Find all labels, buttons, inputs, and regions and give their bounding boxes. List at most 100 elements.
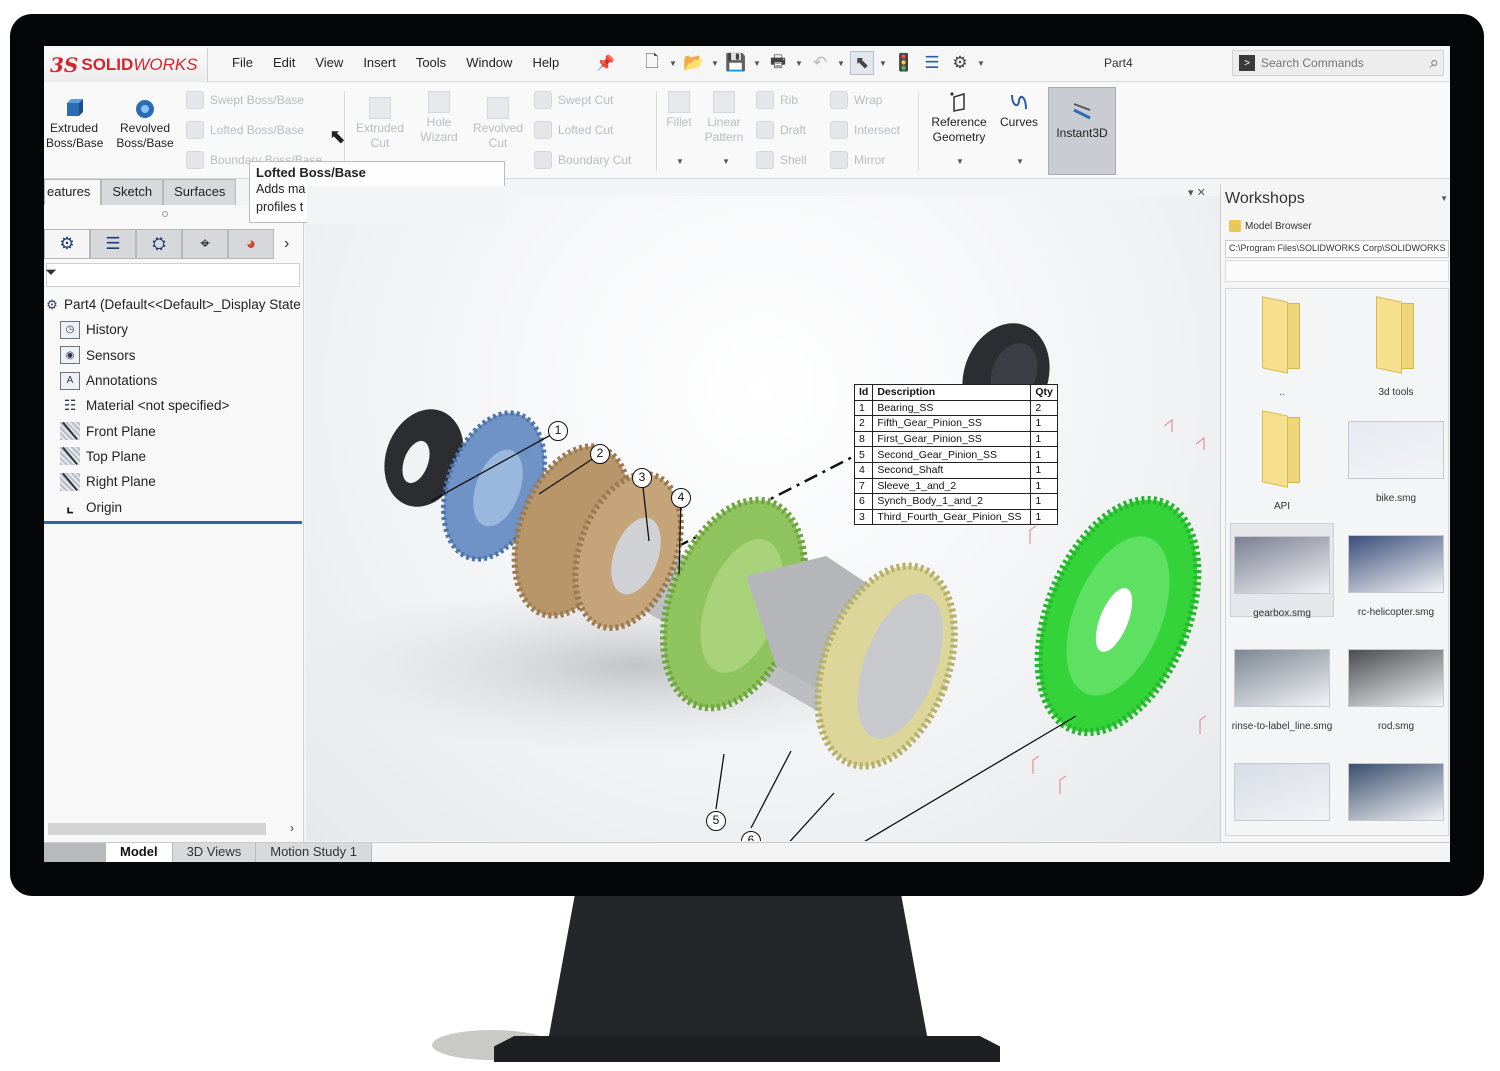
- swept-cut-button[interactable]: Swept Cut: [534, 91, 613, 109]
- hole-wizard-button[interactable]: Hole Wizard: [412, 91, 466, 145]
- undo-icon[interactable]: ↶: [808, 51, 832, 75]
- bom-row[interactable]: 2 Fifth_Gear_Pinion_SS 1: [853, 415, 1058, 432]
- balloon-5[interactable]: 5: [706, 811, 726, 831]
- bom-row[interactable]: 1 Bearing_SS 2: [853, 399, 1058, 417]
- search-input[interactable]: [1261, 56, 1411, 70]
- menu-window[interactable]: Window: [466, 55, 512, 70]
- display-manager-tab-icon[interactable]: ◕: [228, 229, 274, 259]
- bom-row[interactable]: 6 Synch_Body_1_and_2 1: [853, 493, 1058, 510]
- feature-manager-tab-icon[interactable]: ⚙: [44, 229, 90, 259]
- configuration-manager-tab-icon[interactable]: ⛭: [136, 229, 182, 259]
- solidworks-logo[interactable]: 3S SOLID WORKS: [44, 48, 208, 82]
- tree-item-right-plane[interactable]: Right Plane: [44, 469, 302, 494]
- rebuild-icon[interactable]: 🚦: [892, 51, 916, 75]
- workshop-item[interactable]: API: [1230, 409, 1334, 512]
- tree-root-part[interactable]: ⚙ Part4 (Default<<Default>_Display State: [44, 292, 302, 317]
- draft-button[interactable]: Draft: [756, 121, 806, 139]
- tree-item-front-plane[interactable]: Front Plane: [44, 418, 302, 443]
- swept-boss-button[interactable]: Swept Boss/Base: [186, 91, 304, 109]
- fillet-button[interactable]: Fillet: [660, 91, 698, 130]
- horizontal-scrollbar[interactable]: [48, 823, 266, 835]
- tree-item-material[interactable]: ☷ Material <not specified>: [44, 393, 302, 418]
- menu-insert[interactable]: Insert: [363, 55, 396, 70]
- fillet-dropdown[interactable]: ▼: [676, 157, 684, 166]
- new-document-icon[interactable]: 🗋: [640, 51, 664, 75]
- balloon-3[interactable]: 3: [632, 468, 652, 488]
- undo-dropdown[interactable]: ▼: [836, 59, 846, 68]
- tab-features[interactable]: eatures: [44, 179, 102, 205]
- open-dropdown[interactable]: ▼: [710, 59, 720, 68]
- curves-dropdown[interactable]: ▼: [1016, 157, 1024, 166]
- intersect-button[interactable]: Intersect: [830, 121, 900, 139]
- tree-item-history[interactable]: ◷ History: [44, 317, 302, 342]
- tree-item-origin[interactable]: ⌞ Origin: [44, 494, 302, 519]
- boundary-cut-button[interactable]: Boundary Cut: [534, 151, 631, 169]
- mirror-button[interactable]: Mirror: [830, 151, 885, 169]
- scroll-right-icon[interactable]: ›: [290, 821, 294, 835]
- pane-close-icon[interactable]: ✕: [1197, 187, 1206, 199]
- balloon-4[interactable]: 4: [671, 488, 691, 508]
- tab-motion-study-1[interactable]: Motion Study 1: [256, 843, 372, 862]
- menu-view[interactable]: View: [315, 55, 343, 70]
- tree-item-sensors[interactable]: ◉ Sensors: [44, 343, 302, 368]
- options-dropdown[interactable]: ▼: [976, 59, 986, 68]
- tab-3d-views[interactable]: 3D Views: [172, 843, 257, 862]
- tab-navigation-arrows[interactable]: [44, 843, 106, 862]
- more-tabs-chevron-icon[interactable]: ›: [284, 235, 289, 253]
- workshop-item[interactable]: gearbox.smg: [1230, 523, 1334, 619]
- tree-item-top-plane[interactable]: Top Plane: [44, 444, 302, 469]
- select-dropdown[interactable]: ▼: [878, 59, 888, 68]
- lofted-boss-button[interactable]: Lofted Boss/Base: [186, 121, 304, 139]
- linear-pattern-button[interactable]: Linear Pattern: [700, 91, 748, 145]
- revolved-cut-button[interactable]: Revolved Cut: [468, 97, 528, 151]
- workshop-item[interactable]: bike.smg: [1344, 409, 1448, 504]
- options-icon[interactable]: ⚙: [948, 51, 972, 75]
- linear-pattern-dropdown[interactable]: ▼: [722, 157, 730, 166]
- workshop-item[interactable]: rc-helicopter.smg: [1344, 523, 1448, 618]
- graphics-area[interactable]: 12345678 Id Description Qty 1Bearing_SS2…: [306, 196, 1220, 841]
- feature-filter-input[interactable]: ⏷: [45, 263, 300, 287]
- extruded-boss-button[interactable]: Extruded Boss/Base: [46, 97, 103, 151]
- model-browser-link[interactable]: Model Browser: [1229, 220, 1312, 232]
- curves-button[interactable]: Curves: [996, 91, 1042, 130]
- print-icon[interactable]: 🖶: [766, 51, 790, 75]
- workshop-item[interactable]: [1230, 751, 1334, 845]
- bom-row[interactable]: 7 Sleeve_1_and_2 1: [853, 477, 1058, 495]
- shell-button[interactable]: Shell: [756, 151, 807, 169]
- menu-file[interactable]: File: [232, 55, 253, 70]
- bill-of-materials-table[interactable]: Id Description Qty 1 Bearing_SS 2 2 Fifth_Ge…: [853, 384, 1058, 526]
- panel-grip[interactable]: [162, 211, 168, 217]
- new-dropdown[interactable]: ▼: [668, 59, 678, 68]
- workshop-item[interactable]: [1344, 751, 1448, 845]
- menu-help[interactable]: Help: [532, 55, 559, 70]
- open-icon[interactable]: 📂: [682, 51, 706, 75]
- file-properties-icon[interactable]: ☰: [920, 51, 944, 75]
- bom-row[interactable]: 3 Third_Fourth_Gear_Pinion_SS 1: [853, 508, 1058, 526]
- workshop-item[interactable]: rod.smg: [1344, 637, 1448, 732]
- save-dropdown[interactable]: ▼: [752, 59, 762, 68]
- select-icon[interactable]: ⬉: [850, 51, 874, 75]
- bom-row[interactable]: 8 First_Gear_Pinion_SS 1: [853, 430, 1058, 448]
- instant3d-button[interactable]: Instant3D: [1048, 87, 1116, 175]
- search-icon[interactable]: ⌕: [1429, 53, 1439, 73]
- property-manager-tab-icon[interactable]: ☰: [90, 229, 136, 259]
- reference-geometry-button[interactable]: Reference Geometry: [924, 91, 994, 145]
- path-field[interactable]: C:\Program Files\SOLIDWORKS Corp\SOLIDWO…: [1225, 240, 1449, 258]
- balloon-2[interactable]: 2: [590, 444, 610, 464]
- reference-geometry-dropdown[interactable]: ▼: [956, 157, 964, 166]
- tab-surfaces[interactable]: Surfaces: [163, 179, 237, 205]
- rollback-bar[interactable]: [44, 521, 302, 524]
- task-pane-dropdown-icon[interactable]: ▼: [1440, 194, 1448, 203]
- workshop-item[interactable]: 3d tools: [1344, 295, 1448, 398]
- tab-model[interactable]: Model: [106, 843, 173, 862]
- menu-tools[interactable]: Tools: [416, 55, 446, 70]
- save-icon[interactable]: 💾: [724, 51, 748, 75]
- wrap-button[interactable]: Wrap: [830, 91, 882, 109]
- workshop-item[interactable]: ..: [1230, 295, 1334, 398]
- tree-item-annotations[interactable]: A Annotations: [44, 368, 302, 393]
- bom-row[interactable]: 4 Second_Shaft 1: [853, 461, 1058, 479]
- bom-row[interactable]: 5 Second_Gear_Pinion_SS 1: [853, 446, 1058, 463]
- revolved-boss-button[interactable]: Revolved Boss/Base: [114, 97, 176, 151]
- print-dropdown[interactable]: ▼: [794, 59, 804, 68]
- pin-menu-icon[interactable]: 📌: [596, 54, 615, 72]
